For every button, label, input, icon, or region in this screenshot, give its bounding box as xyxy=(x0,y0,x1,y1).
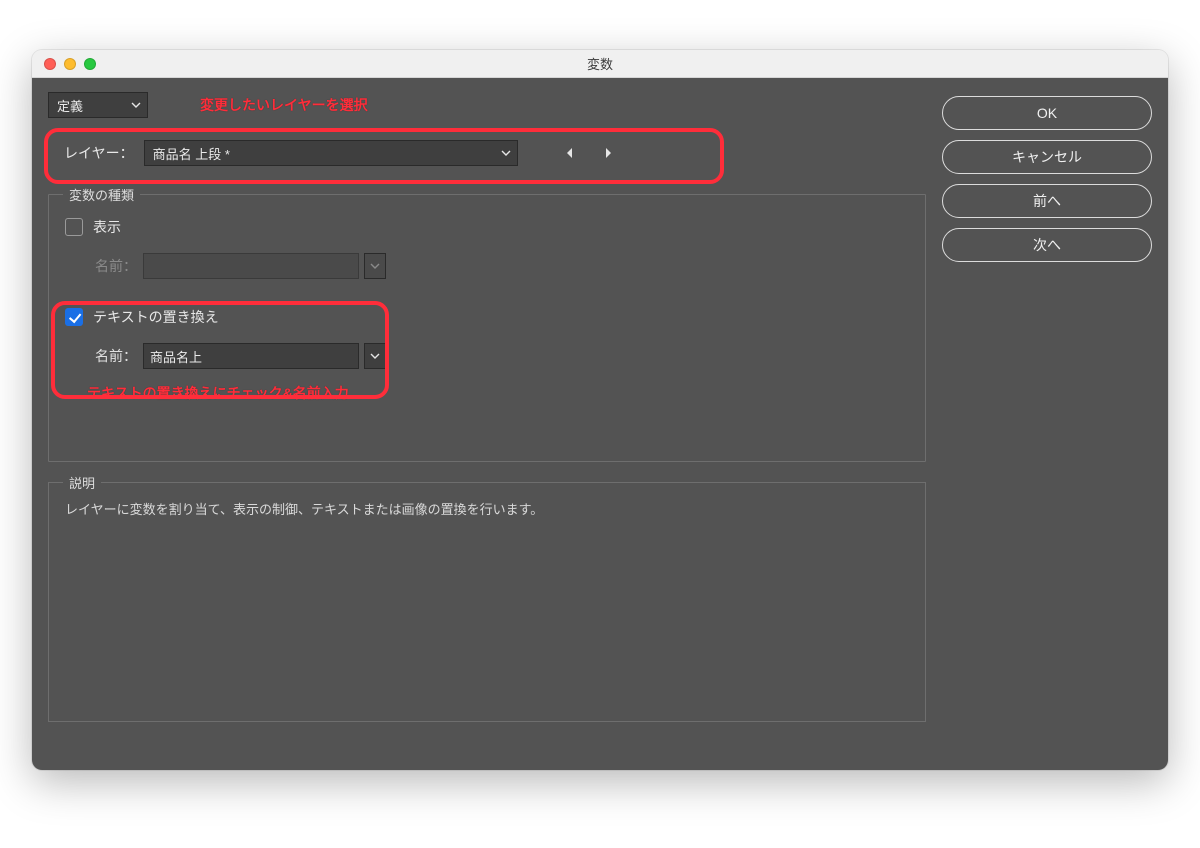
display-section: 表示 名前： xyxy=(65,217,909,279)
zoom-icon[interactable] xyxy=(84,58,96,70)
variable-type-legend: 変数の種類 xyxy=(63,185,140,204)
annotation-text-replace: テキストの置き換えにチェック&名前入力 xyxy=(87,383,909,403)
window-controls xyxy=(44,58,96,70)
chevron-down-icon xyxy=(501,148,511,158)
dialog-body: 定義 変更したいレイヤーを選択 レイヤー： 商品名 上段 * xyxy=(32,78,1168,770)
chevron-down-icon xyxy=(131,100,141,110)
window-title: 変数 xyxy=(32,54,1168,73)
variable-type-fieldset: 変数の種類 表示 名前： xyxy=(48,194,926,462)
annotation-layer-select: 変更したいレイヤーを選択 xyxy=(200,95,368,115)
ok-button[interactable]: OK xyxy=(942,96,1152,130)
description-text: レイヤーに変数を割り当て、表示の制御、テキストまたは画像の置換を行います。 xyxy=(65,499,909,521)
cancel-button[interactable]: キャンセル xyxy=(942,140,1152,174)
display-label: 表示 xyxy=(93,217,121,237)
display-name-label: 名前： xyxy=(95,256,137,276)
minimize-icon[interactable] xyxy=(64,58,76,70)
text-replace-name-label: 名前： xyxy=(95,346,137,366)
display-checkbox[interactable] xyxy=(65,218,83,236)
display-name-dropdown xyxy=(364,253,386,279)
next-layer-button[interactable] xyxy=(594,141,622,165)
layer-row: レイヤー： 商品名 上段 * xyxy=(48,128,926,178)
definition-select[interactable]: 定義 xyxy=(48,92,148,118)
prev-button[interactable]: 前へ xyxy=(942,184,1152,218)
close-icon[interactable] xyxy=(44,58,56,70)
layer-select-value: 商品名 上段 * xyxy=(153,144,230,163)
display-name-input xyxy=(143,253,359,279)
description-fieldset: 説明 レイヤーに変数を割り当て、表示の制御、テキストまたは画像の置換を行います。 xyxy=(48,482,926,722)
text-replace-name-input[interactable] xyxy=(143,343,359,369)
next-button[interactable]: 次へ xyxy=(942,228,1152,262)
layer-select[interactable]: 商品名 上段 * xyxy=(144,140,518,166)
text-replace-checkbox[interactable] xyxy=(65,308,83,326)
description-legend: 説明 xyxy=(63,473,101,492)
definition-select-label: 定義 xyxy=(57,96,83,115)
main-panel: 定義 変更したいレイヤーを選択 レイヤー： 商品名 上段 * xyxy=(48,92,926,754)
text-replace-section: テキストの置き換え 名前： xyxy=(65,307,909,369)
variables-dialog: 変数 定義 変更したいレイヤーを選択 レイヤー： 商品名 上段 * xyxy=(32,50,1168,770)
top-row: 定義 変更したいレイヤーを選択 xyxy=(48,92,926,118)
button-panel: OK キャンセル 前へ 次へ xyxy=(942,92,1152,754)
text-replace-name-dropdown[interactable] xyxy=(364,343,386,369)
prev-layer-button[interactable] xyxy=(556,141,584,165)
text-replace-label: テキストの置き換え xyxy=(93,307,219,327)
titlebar: 変数 xyxy=(32,50,1168,78)
layer-label: レイヤー： xyxy=(64,143,134,163)
